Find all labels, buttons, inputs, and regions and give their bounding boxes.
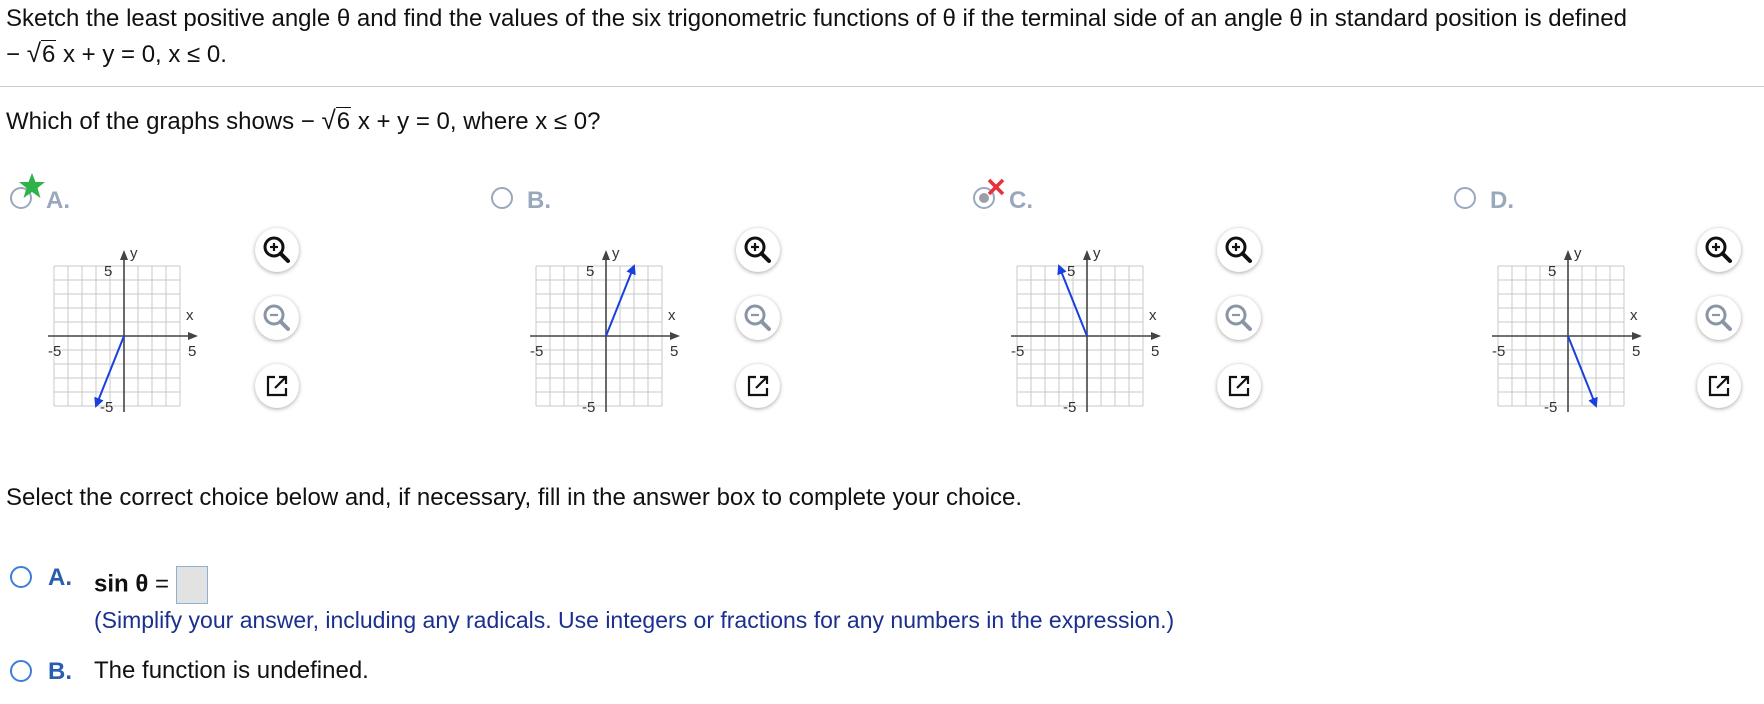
tick-label: 5 [586, 263, 594, 280]
zoom-out-icon [263, 304, 290, 331]
zoom-out-button[interactable] [1217, 296, 1261, 340]
zoom-out-icon [1225, 304, 1252, 331]
option-b-label: B. [527, 187, 551, 214]
graph-a: y x 5 -5 -5 5 [40, 226, 220, 416]
zoom-in-button[interactable] [255, 228, 299, 272]
external-link-icon [1228, 375, 1250, 397]
tick-label: -5 [530, 343, 543, 360]
external-link-icon [266, 375, 288, 397]
zoom-in-icon [744, 236, 771, 263]
zoom-in-button[interactable] [1697, 228, 1741, 272]
tick-label: -5 [1492, 343, 1505, 360]
zoom-in-button[interactable] [1217, 228, 1261, 272]
graph-c: y x 5 -5 -5 5 [1003, 226, 1183, 416]
zoom-out-button[interactable] [736, 296, 780, 340]
question-line-2: − √6 x + y = 0, x ≤ 0. [6, 36, 227, 72]
tick-label: -5 [582, 399, 595, 416]
sqrt-6: √6 [321, 105, 352, 135]
zoom-in-icon [263, 236, 290, 263]
open-new-window-button[interactable] [255, 364, 299, 408]
tick-label: 5 [104, 263, 112, 280]
tick-label: -5 [1544, 399, 1557, 416]
sin-theta-label: sin θ [94, 570, 149, 598]
tick-label: 5 [670, 343, 678, 360]
green-star-icon [18, 172, 46, 205]
open-new-window-button[interactable] [736, 364, 780, 408]
tick-label: 5 [1067, 263, 1075, 280]
zoom-out-button[interactable] [1697, 296, 1741, 340]
option-c-label: C. [1009, 187, 1033, 214]
external-link-icon [747, 375, 769, 397]
choice-a-radio[interactable] [10, 566, 32, 588]
choice-b-text: The function is undefined. [94, 657, 369, 684]
subquestion: Which of the graphs shows − √6 x + y = 0… [6, 103, 600, 139]
option-d-radio[interactable] [1454, 187, 1476, 209]
choice-a-content: sin θ = [94, 566, 208, 604]
choice-a-hint: (Simplify your answer, including any rad… [94, 607, 1175, 633]
tick-label: 5 [1151, 343, 1159, 360]
tick-label: 5 [1548, 263, 1556, 280]
divider [0, 86, 1764, 87]
zoom-in-button[interactable] [736, 228, 780, 272]
y-axis-label: y [1093, 245, 1101, 262]
zoom-out-icon [1705, 304, 1732, 331]
minus-sign: − [6, 41, 21, 68]
zoom-in-icon [1225, 236, 1252, 263]
answer-input-box[interactable] [175, 566, 208, 604]
question-line-1: Sketch the least positive angle θ and fi… [6, 5, 1627, 32]
option-d-label: D. [1490, 187, 1514, 214]
x-axis-label: x [668, 307, 676, 324]
external-link-icon [1708, 375, 1730, 397]
equation-rest: x + y = 0, x ≤ 0. [63, 41, 227, 68]
option-b-radio[interactable] [491, 187, 513, 209]
red-x-icon [986, 177, 1006, 202]
sqrt-6: √6 [26, 38, 57, 68]
tick-label: -5 [48, 343, 61, 360]
tick-label: 5 [1632, 343, 1640, 360]
zoom-out-icon [744, 304, 771, 331]
y-axis-label: y [1574, 245, 1582, 262]
tick-label: -5 [1011, 343, 1024, 360]
choice-b-radio[interactable] [10, 660, 32, 682]
graph-b: y x 5 -5 -5 5 [522, 226, 702, 416]
y-axis-label: y [130, 245, 138, 262]
tick-label: 5 [188, 343, 196, 360]
choice-a-label: A. [48, 564, 72, 591]
x-axis-label: x [1149, 307, 1157, 324]
graph-d: y x 5 -5 -5 5 [1484, 226, 1664, 416]
x-axis-label: x [186, 307, 194, 324]
open-new-window-button[interactable] [1697, 364, 1741, 408]
zoom-in-icon [1705, 236, 1732, 263]
tick-label: -5 [100, 399, 113, 416]
zoom-out-button[interactable] [255, 296, 299, 340]
open-new-window-button[interactable] [1217, 364, 1261, 408]
option-a-label: A. [46, 187, 70, 214]
tick-label: -5 [1063, 399, 1076, 416]
y-axis-label: y [612, 245, 620, 262]
instruction-text: Select the correct choice below and, if … [6, 484, 1023, 511]
choice-b-label: B. [48, 658, 72, 685]
x-axis-label: x [1630, 307, 1638, 324]
